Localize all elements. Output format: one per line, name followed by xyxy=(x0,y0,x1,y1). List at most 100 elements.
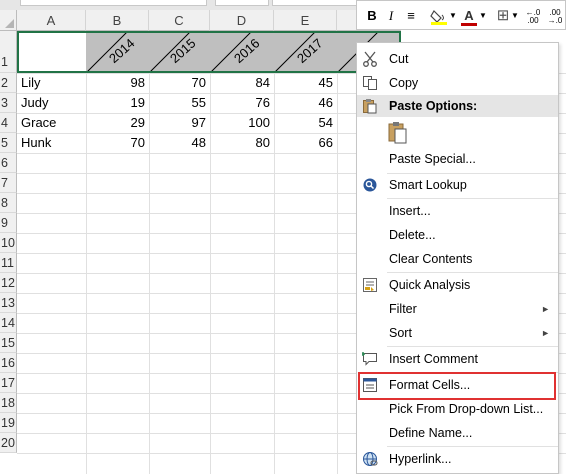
paint-bucket-icon xyxy=(430,10,447,25)
menu-item-clear-contents[interactable]: Clear Contents xyxy=(357,247,558,271)
row-header-6[interactable]: 6 xyxy=(0,153,17,173)
row-header-13[interactable]: 13 xyxy=(0,293,17,313)
menu-item-filter[interactable]: Filter ► xyxy=(357,297,558,321)
row-header-8[interactable]: 8 xyxy=(0,193,17,213)
cell-value[interactable]: 45 xyxy=(274,73,337,93)
menu-item-pick-from-list[interactable]: Pick From Drop-down List... xyxy=(357,397,558,421)
menu-item-copy[interactable]: Copy xyxy=(357,71,558,95)
cell-value[interactable]: 48 xyxy=(149,133,210,153)
increase-decimal-button[interactable]: ←.0 .00 xyxy=(523,9,543,27)
row-header-4[interactable]: 4 xyxy=(0,113,17,133)
cell-name[interactable]: Hunk xyxy=(17,133,86,153)
menu-label-insert-comment: Insert Comment xyxy=(389,352,478,366)
paste-clipboard-icon xyxy=(388,122,407,144)
menu-label-cut: Cut xyxy=(389,52,409,66)
column-header-b[interactable]: B xyxy=(86,10,149,31)
menu-label-insert: Insert... xyxy=(389,204,431,218)
row-header-20[interactable]: 20 xyxy=(0,433,17,453)
menu-item-hyperlink[interactable]: Hyperlink... xyxy=(357,447,558,471)
row-header-17[interactable]: 17 xyxy=(0,373,17,393)
column-header-d[interactable]: D xyxy=(210,10,274,31)
cell-value[interactable]: 70 xyxy=(86,133,149,153)
cell-name[interactable]: Lily xyxy=(17,73,86,93)
menu-item-paste-special[interactable]: Paste Special... xyxy=(357,147,558,171)
row-header-14[interactable]: 14 xyxy=(0,313,17,333)
cell-value[interactable]: 97 xyxy=(149,113,210,133)
menu-label-clear-contents: Clear Contents xyxy=(389,252,473,266)
formula-bar[interactable] xyxy=(272,0,359,6)
menu-label-copy: Copy xyxy=(389,76,419,90)
borders-button[interactable]: ⊞ xyxy=(495,7,511,25)
font-color-bar xyxy=(461,23,477,26)
cell-value[interactable]: 98 xyxy=(86,73,149,93)
menu-label-hyperlink: Hyperlink... xyxy=(389,452,452,466)
cell-value[interactable]: 55 xyxy=(149,93,210,113)
cell-value[interactable]: 76 xyxy=(210,93,274,113)
cell-name[interactable]: Judy xyxy=(17,93,86,113)
cell-value[interactable]: 100 xyxy=(210,113,274,133)
cell-name[interactable]: Grace xyxy=(17,113,86,133)
menu-label-delete: Delete... xyxy=(389,228,436,242)
row-header-12[interactable]: 12 xyxy=(0,273,17,293)
menu-item-define-name[interactable]: Define Name... xyxy=(357,421,558,445)
row-header-3[interactable]: 3 xyxy=(0,93,17,113)
align-center-button[interactable]: ≡ xyxy=(403,7,419,25)
menu-label-smart-lookup: Smart Lookup xyxy=(389,178,467,192)
select-all-corner[interactable] xyxy=(0,10,17,31)
row-header-11[interactable]: 11 xyxy=(0,253,17,273)
row-header-2[interactable]: 2 xyxy=(0,73,17,93)
fill-color-button[interactable] xyxy=(429,7,449,25)
column-header-a[interactable]: A xyxy=(17,10,86,31)
cell-value[interactable]: 46 xyxy=(274,93,337,113)
font-color-dropdown-icon[interactable]: ▼ xyxy=(479,7,487,25)
row-header-7[interactable]: 7 xyxy=(0,173,17,193)
borders-dropdown-icon[interactable]: ▼ xyxy=(511,7,519,25)
smart-lookup-icon xyxy=(363,178,377,192)
menu-label-pick-from-list: Pick From Drop-down List... xyxy=(389,402,544,416)
menu-item-sort[interactable]: Sort ► xyxy=(357,321,558,345)
row-header-5[interactable]: 5 xyxy=(0,133,17,153)
row-header-19[interactable]: 19 xyxy=(0,413,17,433)
row-header-9[interactable]: 9 xyxy=(0,213,17,233)
comment-icon xyxy=(362,352,377,366)
column-header-c[interactable]: C xyxy=(149,10,210,31)
paste-button[interactable] xyxy=(387,121,409,145)
cell-value[interactable]: 29 xyxy=(86,113,149,133)
cell-value[interactable]: 70 xyxy=(149,73,210,93)
decrease-decimal-button[interactable]: .00 →.0 xyxy=(545,9,565,27)
menu-label-paste-options: Paste Options: xyxy=(389,99,478,113)
menu-item-quick-analysis[interactable]: Quick Analysis xyxy=(357,273,558,297)
highlight-box xyxy=(358,372,556,400)
row-header-10[interactable]: 10 xyxy=(0,233,17,253)
menu-item-insert[interactable]: Insert... xyxy=(357,199,558,223)
italic-button[interactable]: I xyxy=(385,7,397,25)
formula-buttons[interactable] xyxy=(215,0,269,6)
menu-item-paste-options: Paste Options: xyxy=(357,94,558,118)
row-header-15[interactable]: 15 xyxy=(0,333,17,353)
clipboard-icon xyxy=(363,99,377,114)
globe-link-icon xyxy=(363,452,378,466)
submenu-arrow-icon: ► xyxy=(541,304,550,314)
fill-color-dropdown-icon[interactable]: ▼ xyxy=(449,7,457,25)
row-header-1[interactable]: 1 xyxy=(0,31,17,73)
font-color-letter: A xyxy=(464,8,474,23)
cell-value[interactable]: 80 xyxy=(210,133,274,153)
name-box[interactable] xyxy=(20,0,207,6)
mini-toolbar: B I ≡ ▼ A ▼ ⊞ ▼ ←.0 .00 .00 →.0 xyxy=(356,0,566,30)
cell-value[interactable]: 19 xyxy=(86,93,149,113)
row-header-16[interactable]: 16 xyxy=(0,353,17,373)
cell-value[interactable]: 84 xyxy=(210,73,274,93)
bold-button[interactable]: B xyxy=(365,7,379,25)
menu-item-insert-comment[interactable]: Insert Comment xyxy=(357,347,558,371)
submenu-arrow-icon: ► xyxy=(541,328,550,338)
column-header-e[interactable]: E xyxy=(274,10,337,31)
cell-value[interactable]: 54 xyxy=(274,113,337,133)
menu-label-define-name: Define Name... xyxy=(389,426,473,440)
menu-item-cut[interactable]: Cut xyxy=(357,47,558,71)
context-menu: Cut Copy Paste Options: Paste Special... xyxy=(356,42,559,474)
selection-outline xyxy=(17,31,401,73)
row-header-18[interactable]: 18 xyxy=(0,393,17,413)
menu-item-delete[interactable]: Delete... xyxy=(357,223,558,247)
cell-value[interactable]: 66 xyxy=(274,133,337,153)
menu-item-smart-lookup[interactable]: Smart Lookup xyxy=(357,173,558,197)
